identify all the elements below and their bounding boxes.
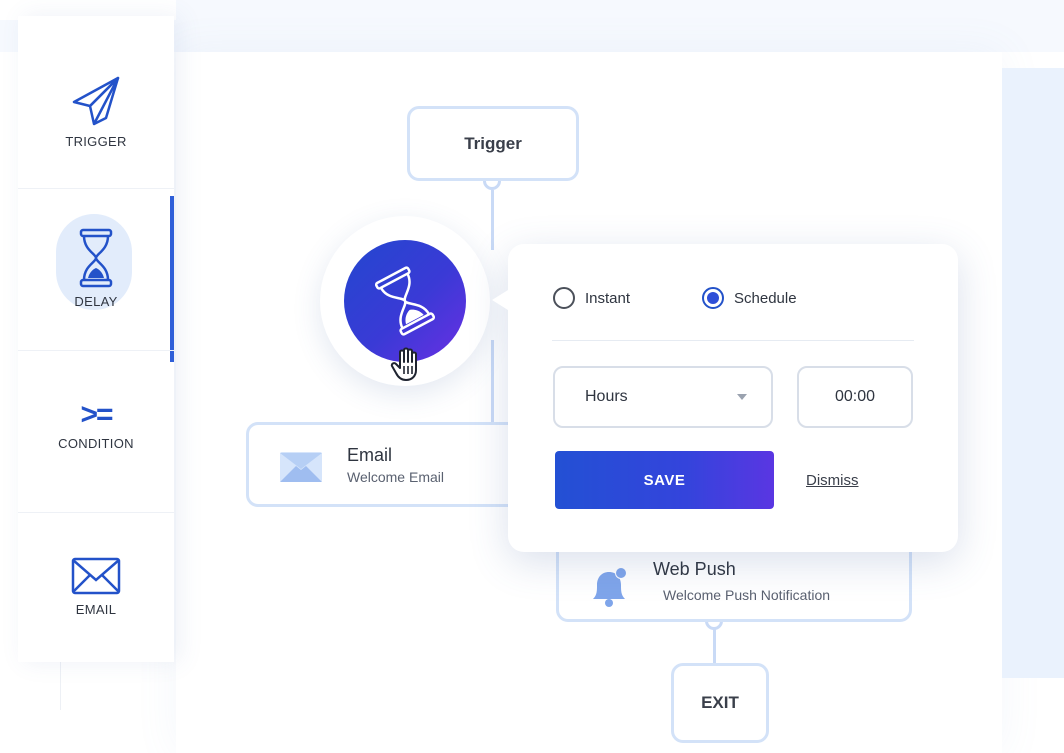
dismiss-link[interactable]: Dismiss — [806, 472, 859, 489]
webpush-node[interactable]: Web Push Welcome Push Notification — [556, 540, 912, 622]
greater-equal-icon: >= — [80, 398, 113, 431]
paper-plane-icon — [72, 76, 120, 126]
exit-node[interactable]: EXIT — [671, 663, 769, 743]
email-node[interactable]: Email Welcome Email — [246, 422, 536, 507]
envelope-icon — [71, 557, 121, 595]
sidebar-divider — [18, 512, 174, 513]
time-input[interactable]: 00:00 — [797, 366, 913, 428]
sidebar-divider — [18, 350, 174, 351]
hourglass-icon — [79, 228, 113, 288]
sidebar-divider — [18, 188, 174, 189]
webpush-node-subtitle: Welcome Push Notification — [663, 587, 831, 603]
sidebar-item-email[interactable]: EMAIL — [18, 556, 174, 617]
radio-instant-indicator[interactable] — [553, 287, 575, 309]
sidebar-item-delay[interactable]: DELAY — [18, 228, 174, 309]
bottom-left-strip — [0, 662, 61, 710]
right-panel — [1002, 68, 1064, 678]
popup-pointer — [492, 290, 508, 310]
email-node-title: Email — [347, 445, 393, 465]
time-unit-value: Hours — [585, 388, 628, 405]
connector-line — [491, 190, 494, 250]
trigger-node-title: Trigger — [464, 133, 522, 153]
sidebar-item-label: DELAY — [74, 294, 118, 309]
popup-divider — [552, 340, 914, 341]
radio-schedule-label: Schedule — [734, 289, 797, 307]
node-palette-sidebar: TRIGGER DELAY >= CONDITION EMAIL — [18, 16, 174, 662]
sidebar-item-condition[interactable]: >= CONDITION — [18, 398, 174, 452]
envelope-icon — [280, 452, 322, 482]
time-unit-select[interactable]: Hours — [553, 366, 773, 428]
radio-schedule-indicator[interactable] — [702, 287, 724, 309]
webpush-node-title: Web Push — [653, 559, 736, 579]
time-input-value: 00:00 — [834, 388, 876, 405]
save-button[interactable]: SAVE — [555, 451, 774, 509]
chevron-down-icon — [737, 394, 747, 400]
exit-node-title: EXIT — [701, 693, 739, 712]
save-button-label: SAVE — [643, 471, 686, 489]
radio-instant[interactable]: Instant — [553, 287, 630, 309]
hand-cursor-icon — [390, 347, 417, 381]
email-node-subtitle: Welcome Email — [347, 469, 444, 485]
hourglass-icon — [375, 266, 435, 336]
sidebar-item-trigger[interactable]: TRIGGER — [18, 74, 174, 149]
radio-instant-label: Instant — [585, 289, 631, 307]
bell-icon — [593, 567, 627, 607]
sidebar-item-label: EMAIL — [75, 602, 117, 617]
radio-schedule[interactable]: Schedule — [702, 287, 797, 309]
trigger-node[interactable]: Trigger — [407, 106, 579, 181]
sidebar-item-label: TRIGGER — [65, 134, 127, 149]
connector-line — [491, 340, 494, 424]
sidebar-item-label: CONDITION — [58, 436, 134, 451]
